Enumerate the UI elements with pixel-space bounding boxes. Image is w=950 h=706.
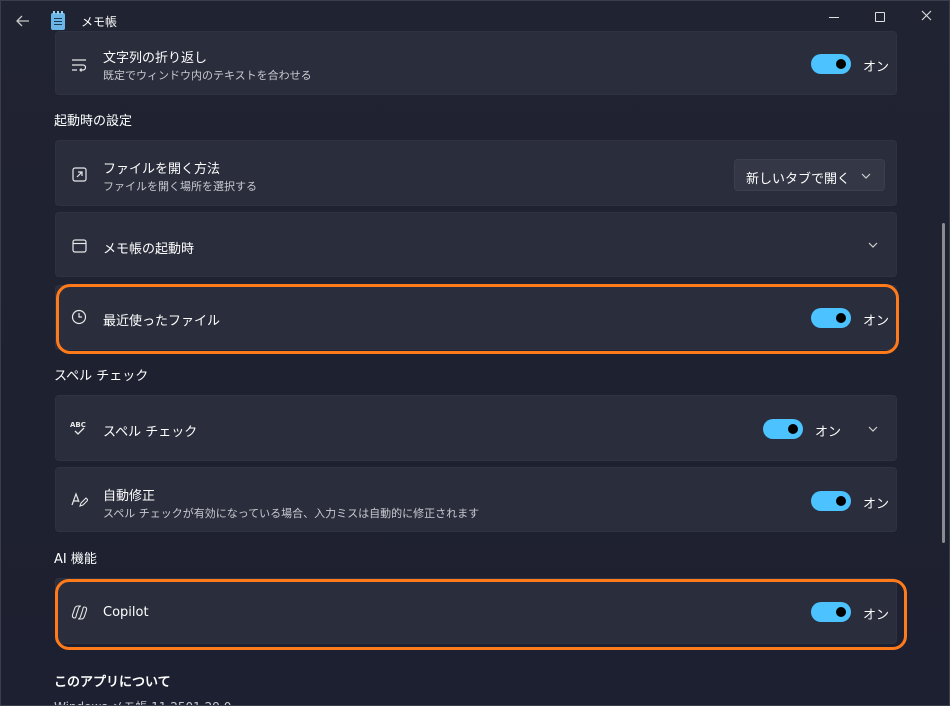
- recent-files-toggle-label: オン: [863, 314, 890, 329]
- open-files-title: ファイルを開く方法: [103, 162, 221, 177]
- open-external-icon: [70, 165, 88, 183]
- spell-check-icon: ABC: [70, 419, 88, 437]
- open-files-subtitle: ファイルを開く場所を選択する: [103, 180, 257, 193]
- notepad-settings-window: メモ帳 文字列の折り返し 既定でウィンドウ内のテキストを合わせる オン 起動時の…: [0, 0, 950, 706]
- autocorrect-pen-icon: [70, 491, 88, 509]
- word-wrap-card: 文字列の折り返し 既定でウィンドウ内のテキストを合わせる オン: [55, 31, 897, 95]
- about-title: このアプリについて: [54, 675, 171, 690]
- recent-files-card: 最近使ったファイル オン: [55, 285, 897, 350]
- scrollbar-thumb[interactable]: [942, 223, 945, 543]
- word-wrap-toggle[interactable]: [811, 54, 851, 74]
- word-wrap-subtitle: 既定でウィンドウ内のテキストを合わせる: [103, 69, 312, 82]
- about-version: Windows メモ帳 11.2501.29.0: [54, 698, 231, 705]
- open-files-card: ファイルを開く方法 ファイルを開く場所を選択する 新しいタブで開く: [55, 140, 897, 206]
- back-arrow-icon: [16, 12, 30, 31]
- recent-files-toggle[interactable]: [811, 308, 851, 328]
- spell-check-toggle[interactable]: [763, 419, 803, 439]
- copilot-title: Copilot: [103, 605, 149, 620]
- word-wrap-icon: [70, 56, 88, 74]
- chevron-down-icon[interactable]: [867, 423, 879, 435]
- autocorrect-title: 自動修正: [103, 489, 156, 504]
- notepad-app-icon: [51, 11, 65, 30]
- spell-check-card: ABC スペル チェック オン: [55, 395, 897, 461]
- maximize-button[interactable]: [857, 1, 903, 33]
- ai-section-header: AI 機能: [54, 552, 97, 567]
- chevron-down-icon[interactable]: [867, 239, 879, 251]
- word-wrap-toggle-label: オン: [863, 60, 890, 75]
- copilot-toggle-label: オン: [863, 608, 890, 623]
- autocorrect-toggle[interactable]: [811, 491, 851, 511]
- app-title: メモ帳: [81, 15, 118, 29]
- copilot-card: Copilot オン: [55, 578, 897, 644]
- maximize-icon: [875, 12, 885, 22]
- window-icon: [70, 237, 88, 255]
- copilot-icon: [70, 603, 88, 621]
- open-files-dropdown-value: 新しいタブで開く: [746, 172, 851, 187]
- chevron-down-icon: [860, 170, 872, 182]
- back-button[interactable]: [9, 7, 37, 35]
- copilot-toggle[interactable]: [811, 602, 851, 622]
- open-files-dropdown[interactable]: 新しいタブで開く: [734, 159, 885, 191]
- spell-check-title: スペル チェック: [103, 425, 198, 440]
- recent-files-title: 最近使ったファイル: [103, 314, 221, 329]
- autocorrect-subtitle: スペル チェックが有効になっている場合、入力ミスは自動的に修正されます: [103, 507, 480, 520]
- spell-section-header: スペル チェック: [54, 369, 149, 384]
- minimize-icon: [829, 16, 839, 18]
- minimize-button[interactable]: [811, 1, 857, 33]
- autocorrect-card: 自動修正 スペル チェックが有効になっている場合、入力ミスは自動的に修正されます…: [55, 467, 897, 532]
- notepad-start-card[interactable]: メモ帳の起動時: [55, 212, 897, 277]
- close-button[interactable]: [903, 1, 949, 33]
- clock-icon: [70, 308, 88, 326]
- startup-section-header: 起動時の設定: [54, 114, 133, 129]
- autocorrect-toggle-label: オン: [863, 497, 890, 512]
- spell-check-toggle-label: オン: [815, 425, 842, 440]
- close-icon: [921, 10, 932, 25]
- word-wrap-title: 文字列の折り返し: [103, 51, 208, 66]
- notepad-start-title: メモ帳の起動時: [103, 242, 195, 257]
